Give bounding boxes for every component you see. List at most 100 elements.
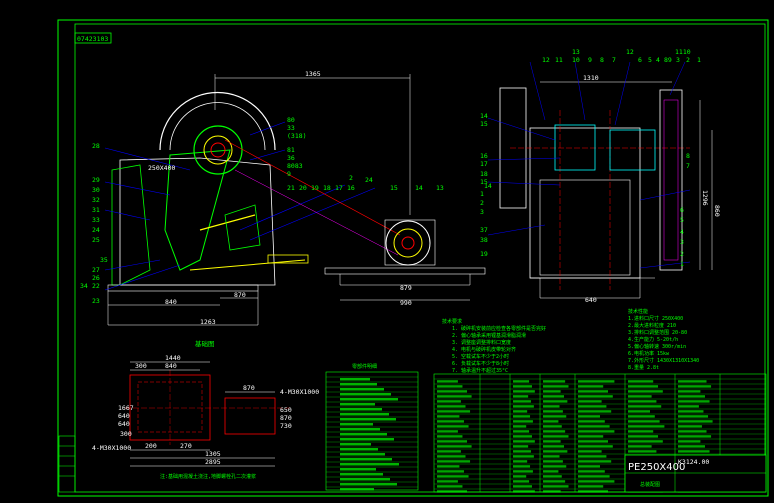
svg-text:5: 5 <box>648 56 652 64</box>
front-frame <box>529 127 641 279</box>
toggle-plate <box>199 214 256 231</box>
revision-box <box>58 435 76 493</box>
svg-text:9: 9 <box>287 170 291 178</box>
svg-text:零部件明细: 零部件明细 <box>352 363 377 370</box>
bom-cell-text <box>513 485 532 488</box>
svg-text:1110: 1110 <box>675 48 691 56</box>
svg-text:4. 电机与破碎机皮带轮对齐: 4. 电机与破碎机皮带轮对齐 <box>452 346 516 353</box>
svg-text:4: 4 <box>656 56 660 64</box>
bom-cell-text <box>513 490 535 493</box>
bom-cell-text <box>543 385 569 388</box>
specs-title: 技术性能 <box>628 308 648 315</box>
bom-cell-text <box>628 445 652 448</box>
bom-cell-text <box>678 410 704 413</box>
svg-text:22: 22 <box>92 282 100 290</box>
bom-cell-text <box>543 450 568 453</box>
svg-text:730: 730 <box>280 422 292 430</box>
bom-cell-text <box>578 435 604 438</box>
bom-cell-text <box>578 485 604 488</box>
svg-text:17: 17 <box>480 160 488 168</box>
bom-cell-text <box>678 420 713 423</box>
bom-cell-text <box>513 470 533 473</box>
dim-1263: 1263 <box>200 318 216 326</box>
svg-text:28: 28 <box>92 142 100 150</box>
bom-cell-text <box>437 420 464 423</box>
svg-text:4: 4 <box>680 228 684 236</box>
svg-text:16: 16 <box>347 184 355 192</box>
bom-cell-text <box>513 380 530 383</box>
side-view-right-part-numbers: 80 33 (318) 81 36 8083 9 21 20 19 18 17 … <box>287 116 492 192</box>
bom-cell-text <box>513 430 530 433</box>
bom-cell-text <box>543 420 559 423</box>
svg-text:24: 24 <box>365 176 373 184</box>
bom-cell-text <box>678 380 707 383</box>
svg-text:13: 13 <box>436 184 444 192</box>
svg-text:15: 15 <box>480 120 488 128</box>
svg-text:80: 80 <box>287 116 295 124</box>
parts-row-text <box>340 388 384 391</box>
bom-cell-text <box>513 385 532 388</box>
bom-cell-text <box>437 395 472 398</box>
svg-text:11: 11 <box>555 56 563 64</box>
cad-drawing: 07423103 1365 840 870 1263 879 990 250X4… <box>57 19 769 497</box>
bom-cell-text <box>437 415 460 418</box>
bom-cell-text <box>513 400 531 403</box>
parts-row-text <box>340 448 378 451</box>
bom-cell-text <box>437 485 463 488</box>
svg-text:2: 2 <box>349 174 353 182</box>
right-pulley <box>659 89 683 271</box>
bom-cell-text <box>513 415 531 418</box>
bom-cell-text <box>578 425 610 428</box>
bom-cell-text <box>437 460 471 463</box>
svg-text:20: 20 <box>299 184 307 192</box>
bom-cell-text <box>578 470 605 473</box>
bom-cell-text <box>543 480 566 483</box>
bom-cell-text <box>578 390 608 393</box>
dim-1296: 1296 <box>701 190 709 206</box>
svg-text:300: 300 <box>135 362 147 370</box>
bom-cell-text <box>678 430 707 433</box>
svg-text:5: 5 <box>680 216 684 224</box>
svg-text:6. 负载试车不少于8小时: 6. 负载试车不少于8小时 <box>452 360 509 367</box>
dim-640: 640 <box>585 296 597 304</box>
bom-cell-text <box>513 460 528 463</box>
svg-text:2: 2 <box>680 250 684 258</box>
dim-990: 990 <box>400 299 412 307</box>
svg-text:25: 25 <box>92 236 100 244</box>
parts-row-text <box>340 408 382 411</box>
bom-cell-text <box>513 445 529 448</box>
bom-cell-text <box>578 455 607 458</box>
bom-cell-text <box>628 425 665 428</box>
svg-text:32: 32 <box>92 196 100 204</box>
svg-text:8: 8 <box>686 152 690 160</box>
motor-rail <box>324 267 486 275</box>
bom-cell-text <box>578 450 602 453</box>
svg-text:5.偏心轴转速 300r/min: 5.偏心轴转速 300r/min <box>628 343 686 350</box>
svg-text:2: 2 <box>686 56 690 64</box>
svg-text:12: 12 <box>626 48 634 56</box>
foundation-block-2 <box>224 397 276 435</box>
svg-text:(318): (318) <box>287 132 307 140</box>
svg-text:2: 2 <box>480 199 484 207</box>
model-label: PE250X400 <box>628 462 685 473</box>
bom-cell-text <box>543 490 561 493</box>
parts-row-text <box>340 433 387 436</box>
bom-cell-text <box>628 405 662 408</box>
dim-840: 840 <box>165 298 177 306</box>
svg-text:15: 15 <box>390 184 398 192</box>
bom-cell-text <box>543 415 567 418</box>
svg-text:24: 24 <box>92 226 100 234</box>
parts-row-text <box>340 398 398 401</box>
parts-row-text <box>340 453 385 456</box>
side-view: 1365 840 870 1263 879 990 250X400 <box>104 70 486 326</box>
svg-text:200: 200 <box>145 442 157 450</box>
bom-cell-text <box>513 410 528 413</box>
bom-cell-text <box>513 435 532 438</box>
bom-cell-text <box>578 395 613 398</box>
outer-border <box>57 19 769 497</box>
bom-cell-text <box>543 460 563 463</box>
bom-cell-text <box>578 420 605 423</box>
svg-text:14: 14 <box>415 184 423 192</box>
bom-cell-text <box>543 455 560 458</box>
svg-text:33: 33 <box>92 216 100 224</box>
